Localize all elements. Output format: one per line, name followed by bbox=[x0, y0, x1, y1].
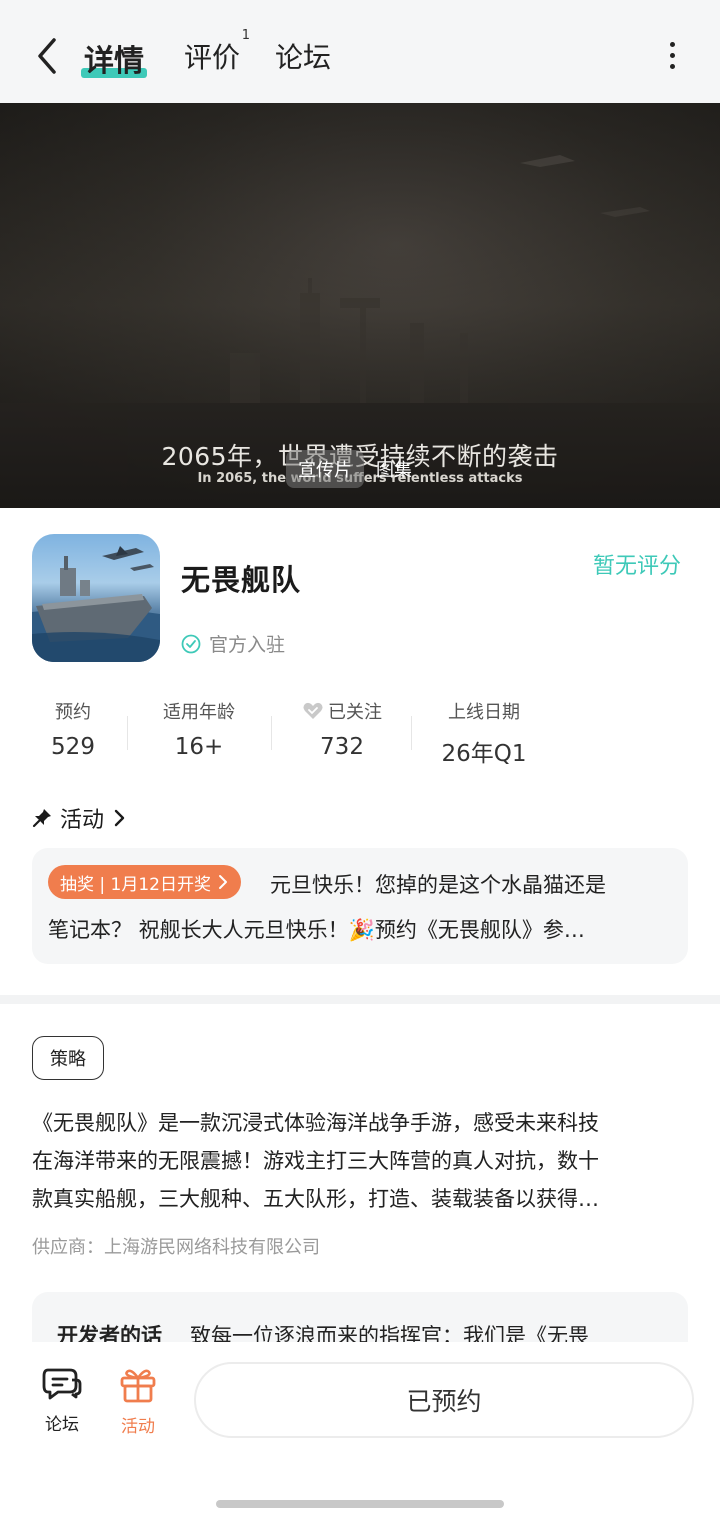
check-circle-icon bbox=[181, 634, 201, 653]
stat-release-value: 26年Q1 bbox=[441, 741, 527, 767]
tab-details[interactable]: 详情 bbox=[81, 36, 147, 80]
rating-text[interactable]: 暂无评分 bbox=[593, 548, 681, 580]
stat-divider bbox=[271, 716, 272, 750]
official-label: 官方入驻 bbox=[209, 634, 286, 656]
reviews-count-badge: 1 bbox=[241, 28, 251, 43]
stat-followers-value: 732 bbox=[320, 734, 364, 760]
official-verified: 官方入驻 bbox=[181, 630, 285, 657]
activity-text-line-2: 笔记本？ 祝舰长大人元旦快乐！🎉预约《无畏舰队》参… bbox=[48, 918, 585, 942]
top-bar: 详情 评价 1 论坛 bbox=[0, 0, 720, 103]
description-line: 在海洋带来的无限震撼！游戏主打三大阵营的真人对抗，数十 bbox=[32, 1149, 599, 1173]
stat-reservations-label: 预约 bbox=[55, 702, 91, 723]
game-description[interactable]: 《无畏舰队》是一款沉浸式体验海洋战争手游，感受未来科技 在海洋带来的无限震撼！游… bbox=[32, 1104, 688, 1218]
stat-followers[interactable]: 已关注 732 bbox=[292, 698, 392, 760]
forum-chat-icon bbox=[42, 1368, 82, 1400]
stat-divider bbox=[411, 716, 412, 750]
stat-release-label: 上线日期 bbox=[448, 702, 520, 723]
stat-followers-label-wrap: 已关注 bbox=[292, 698, 392, 724]
game-title: 无畏舰队 bbox=[181, 563, 302, 597]
section-divider bbox=[0, 995, 720, 1004]
description-line: 《无畏舰队》是一款沉浸式体验海洋战争手游，感受未来科技 bbox=[32, 1111, 599, 1135]
reserved-button[interactable]: 已预约 bbox=[194, 1362, 694, 1438]
lottery-badge[interactable]: 抽奖 | 1月12日开奖 bbox=[48, 865, 241, 899]
bottom-activity-button[interactable]: 活动 bbox=[108, 1366, 168, 1437]
activity-text-line-1: 元旦快乐！您掉的是这个水晶猫还是 bbox=[270, 873, 606, 897]
activity-heading: 活动 bbox=[60, 808, 105, 833]
bottom-action-bar: 论坛 活动 已预约 bbox=[0, 1342, 720, 1523]
stat-reservations-value: 529 bbox=[51, 734, 95, 760]
stat-followers-label: 已关注 bbox=[328, 702, 382, 723]
stat-reservations: 预约 529 bbox=[44, 698, 102, 760]
game-app-icon bbox=[32, 534, 160, 662]
back-arrow-icon[interactable] bbox=[30, 36, 66, 76]
pin-icon bbox=[32, 809, 51, 828]
supplier-text: 供应商：上海游民网络科技有限公司 bbox=[32, 1237, 320, 1258]
more-options-icon[interactable] bbox=[664, 42, 680, 69]
stat-age-rating: 适用年龄 16+ bbox=[150, 698, 248, 760]
media-tab-gallery[interactable]: 图集 bbox=[364, 450, 424, 488]
description-line: 款真实船舰，三大舰种、五大队形，打造、装载装备以获得… bbox=[32, 1187, 599, 1211]
activity-section-header[interactable]: 活动 bbox=[32, 802, 126, 834]
media-tab-trailer[interactable]: 宣传片 bbox=[286, 450, 364, 488]
bottom-activity-label: 活动 bbox=[121, 1417, 155, 1437]
tab-reviews-label: 评价 bbox=[184, 41, 241, 74]
activity-card[interactable]: 抽奖 | 1月12日开奖 元旦快乐！您掉的是这个水晶猫还是 笔记本？ 祝舰长大人… bbox=[32, 848, 688, 964]
media-tabs: 宣传片 图集 bbox=[286, 450, 424, 488]
lottery-badge-label: 抽奖 | 1月12日开奖 bbox=[60, 874, 211, 895]
stat-age-value: 16+ bbox=[174, 734, 224, 760]
stat-age-label: 适用年龄 bbox=[163, 702, 235, 723]
genre-tag[interactable]: 策略 bbox=[32, 1036, 104, 1080]
stat-release-date: 上线日期 26年Q1 bbox=[432, 698, 536, 768]
promo-video-player[interactable]: 2065年，世界遭受持续不断的袭击 In 2065, the world suf… bbox=[0, 103, 720, 508]
home-indicator[interactable] bbox=[216, 1500, 504, 1508]
chevron-right-icon bbox=[114, 809, 125, 827]
tab-reviews[interactable]: 评价 1 bbox=[184, 28, 250, 76]
tab-forum[interactable]: 论坛 bbox=[275, 36, 331, 76]
stats-row: 预约 529 适用年龄 16+ 已关注 732 上线日期 26年Q1 bbox=[0, 698, 720, 768]
gift-icon bbox=[120, 1369, 156, 1403]
bottom-forum-label: 论坛 bbox=[45, 1415, 79, 1435]
tab-details-label: 详情 bbox=[84, 44, 144, 79]
bottom-forum-button[interactable]: 论坛 bbox=[32, 1366, 92, 1435]
heart-icon bbox=[303, 702, 323, 719]
stat-divider bbox=[127, 716, 128, 750]
chevron-right-icon bbox=[218, 875, 227, 889]
tab-forum-label: 论坛 bbox=[275, 41, 332, 74]
